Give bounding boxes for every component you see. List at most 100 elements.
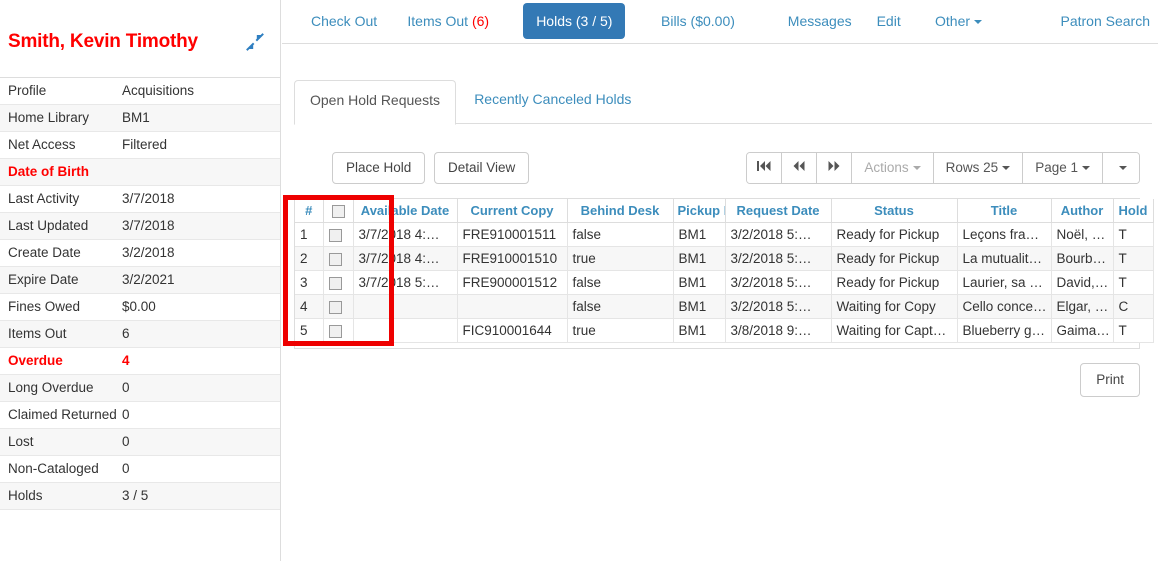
nav-tab-other[interactable]: Other <box>924 4 993 38</box>
nav-tab-edit[interactable]: Edit <box>866 4 912 38</box>
nav-tab-holds-3-5[interactable]: Holds (3 / 5) <box>523 3 625 39</box>
main-panel: Check Out Items Out (6) Holds (3 / 5) Bills… <box>282 0 1158 561</box>
next-page-icon[interactable] <box>817 153 852 183</box>
cell-status: Ready for Pickup <box>831 271 957 295</box>
cell-title[interactable]: Laurier, sa … <box>957 271 1051 295</box>
print-button[interactable]: Print <box>1080 363 1140 397</box>
summary-value: 3 / 5 <box>122 487 272 504</box>
chevron-down-icon <box>913 166 921 170</box>
actions-menu-button[interactable]: Actions <box>852 153 933 183</box>
cell-hold: C <box>1113 295 1153 319</box>
summary-label: Profile <box>8 82 122 99</box>
column-header-title[interactable]: Title <box>957 199 1051 223</box>
grid-pagination: Actions Rows 25 Page 1 <box>746 152 1140 184</box>
summary-label: Expire Date <box>8 271 122 288</box>
detail-view-button[interactable]: Detail View <box>434 152 529 184</box>
column-header-pickup-library[interactable]: Pickup Library <box>673 199 725 223</box>
summary-row: Last Activity3/7/2018 <box>0 186 280 213</box>
place-hold-button[interactable]: Place Hold <box>332 152 425 184</box>
summary-value: Acquisitions <box>122 82 272 99</box>
previous-page-icon[interactable] <box>782 153 817 183</box>
cell-hold: T <box>1113 247 1153 271</box>
summary-row: Non-Cataloged0 <box>0 456 280 483</box>
summary-value: 4 <box>122 352 272 369</box>
rows-per-page-button[interactable]: Rows 25 <box>934 153 1024 183</box>
nav-tab-label: Check Out <box>311 13 377 29</box>
cell-request-date: 3/2/2018 5:… <box>725 295 831 319</box>
chevron-down-icon <box>1002 166 1010 170</box>
holds-subtabs: Open Hold RequestsRecently Canceled Hold… <box>294 80 1152 124</box>
column-header-request-date[interactable]: Request Date <box>725 199 831 223</box>
summary-row: Fines Owed$0.00 <box>0 294 280 321</box>
cell-current-copy[interactable]: FRE910001510 <box>457 247 567 271</box>
table-body: 13/7/2018 4:…FRE910001511falseBM13/2/201… <box>295 223 1153 343</box>
summary-row: Date of Birth <box>0 159 280 186</box>
table-row[interactable]: 33/7/2018 5:…FRE900001512falseBM13/2/201… <box>295 271 1153 295</box>
nav-tab-messages[interactable]: Messages <box>777 4 863 38</box>
column-header-behind-desk[interactable]: Behind Desk <box>567 199 673 223</box>
column-header-hold[interactable]: Hold <box>1113 199 1153 223</box>
column-header-index[interactable]: # <box>295 199 323 223</box>
summary-label: Items Out <box>8 325 122 342</box>
summary-label: Holds <box>8 487 122 504</box>
summary-value: BM1 <box>122 109 272 126</box>
nav-tab-check-out[interactable]: Check Out <box>300 4 388 38</box>
cell-current-copy[interactable] <box>457 295 567 319</box>
summary-label: Long Overdue <box>8 379 122 396</box>
cell-available-date <box>353 295 457 319</box>
nav-tab-label: Other <box>935 13 970 29</box>
cell-title[interactable]: Blueberry g… <box>957 319 1051 343</box>
cell-title[interactable]: Cello conce… <box>957 295 1051 319</box>
column-header-author[interactable]: Author <box>1051 199 1113 223</box>
cell-current-copy[interactable]: FIC910001644 <box>457 319 567 343</box>
cell-pickup-lib: BM1 <box>673 295 725 319</box>
cell-current-copy[interactable]: FRE910001511 <box>457 223 567 247</box>
nav-tab-items-out[interactable]: Items Out (6) <box>396 4 500 38</box>
summary-row: Net AccessFiltered <box>0 132 280 159</box>
patron-search-link[interactable]: Patron Search <box>1053 4 1158 38</box>
page-select-button[interactable]: Page 1 <box>1023 153 1103 183</box>
summary-label: Fines Owed <box>8 298 122 315</box>
holds-table: # Available DateCurrent CopyBehind DeskPi… <box>295 199 1154 343</box>
summary-label: Claimed Returned <box>8 406 122 423</box>
table-row[interactable]: 5FIC910001644trueBM13/8/2018 9:…Waiting … <box>295 319 1153 343</box>
checkbox-icon[interactable] <box>329 301 342 314</box>
cell-title[interactable]: Leçons fra… <box>957 223 1051 247</box>
cell-title[interactable]: La mutualit… <box>957 247 1051 271</box>
row-select-checkbox[interactable] <box>323 247 353 271</box>
checkbox-icon[interactable] <box>329 253 342 266</box>
row-select-checkbox[interactable] <box>323 271 353 295</box>
column-header-available-date[interactable]: Available Date <box>353 199 457 223</box>
table-row[interactable]: 13/7/2018 4:…FRE910001511falseBM13/2/201… <box>295 223 1153 247</box>
nav-tab-bills-0-00[interactable]: Bills ($0.00) <box>650 4 746 38</box>
first-page-icon[interactable] <box>747 153 782 183</box>
checkbox-icon[interactable] <box>332 205 345 218</box>
summary-label: Last Activity <box>8 190 122 207</box>
grid-options-button[interactable] <box>1103 153 1139 183</box>
summary-value: 0 <box>122 460 272 477</box>
collapse-arrows-icon[interactable] <box>245 32 265 52</box>
row-select-checkbox[interactable] <box>323 295 353 319</box>
column-header-current-copy[interactable]: Current Copy <box>457 199 567 223</box>
table-row[interactable]: 4falseBM13/2/2018 5:…Waiting for CopyCel… <box>295 295 1153 319</box>
cell-author: Bourb… <box>1051 247 1113 271</box>
subtab-recently-canceled-holds[interactable]: Recently Canceled Holds <box>459 80 646 120</box>
checkbox-icon[interactable] <box>329 325 342 338</box>
cell-current-copy[interactable]: FRE900001512 <box>457 271 567 295</box>
summary-label: Home Library <box>8 109 122 126</box>
page-label: Page 1 <box>1035 160 1078 175</box>
subtab-open-hold-requests[interactable]: Open Hold Requests <box>294 80 456 125</box>
column-header-status[interactable]: Status <box>831 199 957 223</box>
row-select-checkbox[interactable] <box>323 319 353 343</box>
checkbox-icon[interactable] <box>329 277 342 290</box>
summary-row: Items Out6 <box>0 321 280 348</box>
summary-row: ProfileAcquisitions <box>0 78 280 105</box>
table-row[interactable]: 23/7/2018 4:…FRE910001510trueBM13/2/2018… <box>295 247 1153 271</box>
summary-row: Lost0 <box>0 429 280 456</box>
checkbox-icon[interactable] <box>329 229 342 242</box>
summary-value: 0 <box>122 433 272 450</box>
row-select-checkbox[interactable] <box>323 223 353 247</box>
select-all-checkbox[interactable] <box>323 199 353 223</box>
summary-row: Holds3 / 5 <box>0 483 280 510</box>
summary-row: Claimed Returned0 <box>0 402 280 429</box>
